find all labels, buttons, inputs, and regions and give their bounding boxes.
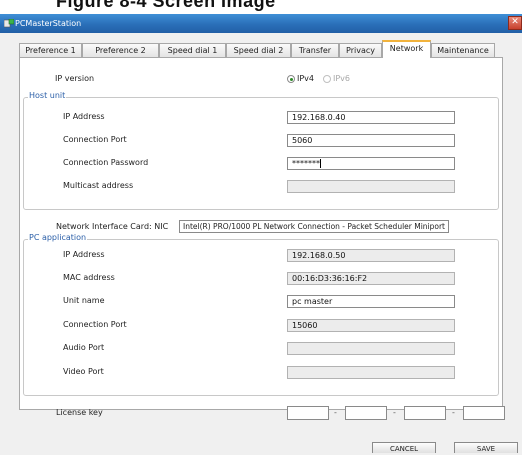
ip-version-label: IP version [55, 74, 95, 83]
host-unit-title: Host unit [28, 91, 67, 100]
close-button[interactable]: ✕ [508, 16, 522, 30]
tab-preference-2[interactable]: Preference 2 [82, 43, 159, 57]
tab-preference-1[interactable]: Preference 1 [19, 43, 82, 57]
tab-transfer[interactable]: Transfer [291, 43, 339, 57]
ipv4-label: IPv4 [297, 74, 315, 83]
app-icon [4, 19, 14, 28]
ipv4-radio[interactable] [287, 75, 295, 83]
multicast-label: Multicast address [63, 181, 134, 190]
tab-speed-dial-1[interactable]: Speed dial 1 [159, 43, 226, 57]
text-caret [320, 159, 321, 168]
host-ip-label: IP Address [63, 112, 105, 121]
pc-ip-input[interactable]: 192.168.0.50 [287, 249, 455, 262]
license-key-segment-1[interactable] [287, 406, 329, 420]
tab-speed-dial-2[interactable]: Speed dial 2 [226, 43, 291, 57]
tab-label: Privacy [346, 46, 375, 55]
caption-text: Figure 8-4 Screen Image [56, 0, 276, 11]
tab-maintenance[interactable]: Maintenance [431, 43, 495, 57]
license-key-segment-2[interactable] [345, 406, 387, 420]
host-port-label: Connection Port [63, 135, 127, 144]
tab-label: Preference 2 [95, 46, 146, 55]
nic-label: Network Interface Card: NIC [56, 222, 169, 231]
host-port-input[interactable]: 5060 [287, 134, 455, 147]
pc-port-input[interactable]: 15060 [287, 319, 455, 332]
tab-network[interactable]: Network [382, 40, 431, 58]
license-key-label: License key [56, 408, 103, 417]
license-key-separator: - [393, 408, 396, 417]
video-port-input[interactable] [287, 366, 455, 379]
license-key-separator: - [452, 408, 455, 417]
tab-label: Maintenance [437, 46, 489, 55]
license-key-segment-4[interactable] [463, 406, 505, 420]
pc-application-title: PC application [28, 233, 88, 242]
tab-label: Speed dial 2 [233, 46, 284, 55]
close-icon: ✕ [511, 17, 519, 27]
unit-name-label: Unit name [63, 296, 105, 305]
cancel-button[interactable]: CANCEL [372, 442, 436, 453]
tab-privacy[interactable]: Privacy [339, 43, 382, 57]
ipv6-label: IPv6 [333, 74, 351, 83]
mac-label: MAC address [63, 273, 115, 282]
figure-caption: Figure 8-4 Screen Image [0, 0, 522, 14]
license-key-segment-3[interactable] [404, 406, 446, 420]
title-bar: PCMasterStation ✕ [0, 14, 522, 33]
unit-name-input[interactable]: pc master [287, 295, 455, 308]
host-ip-input[interactable]: 192.168.0.40 [287, 111, 455, 124]
tab-label: Preference 1 [25, 46, 76, 55]
pc-port-label: Connection Port [63, 320, 127, 329]
password-value: ******* [292, 159, 320, 168]
host-password-input[interactable]: ******* [287, 157, 455, 170]
save-button[interactable]: SAVE [454, 442, 518, 453]
nic-input[interactable]: Intel(R) PRO/1000 PL Network Connection … [179, 220, 449, 233]
ipv6-radio[interactable] [323, 75, 331, 83]
window-title: PCMasterStation [15, 19, 82, 28]
license-key-separator: - [334, 408, 337, 417]
audio-port-input[interactable] [287, 342, 455, 355]
audio-port-label: Audio Port [63, 343, 105, 352]
pc-ip-label: IP Address [63, 250, 105, 259]
mac-input[interactable]: 00:16:D3:36:16:F2 [287, 272, 455, 285]
tab-label: Transfer [298, 46, 332, 55]
tab-label: Speed dial 1 [167, 46, 218, 55]
video-port-label: Video Port [63, 367, 104, 376]
multicast-input[interactable] [287, 180, 455, 193]
host-password-label: Connection Password [63, 158, 149, 167]
pcmasterstation-window: PCMasterStation ✕ Preference 1 Preferenc… [0, 14, 522, 453]
tab-label: Network [389, 44, 424, 53]
